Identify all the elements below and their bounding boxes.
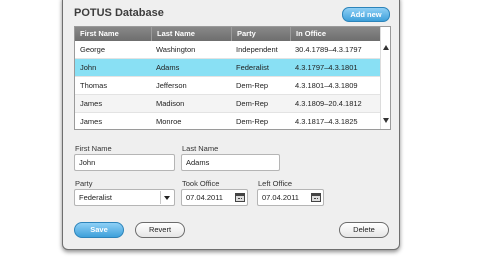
cell-last-name: Adams <box>156 63 180 72</box>
add-new-button[interactable]: Add new <box>342 7 390 22</box>
left-office-date-field[interactable]: 07.04.2011 <box>257 189 324 206</box>
left-office-label: Left Office <box>258 179 293 188</box>
column-header-party[interactable]: Party <box>231 27 290 41</box>
table-row[interactable]: Thomas Jefferson Dem-Rep 4.3.1801–4.3.18… <box>75 77 380 95</box>
table-row-selected[interactable]: John Adams Federalist 4.3.1797–4.3.1801 <box>75 59 380 77</box>
calendar-icon[interactable] <box>311 193 321 202</box>
cell-first-name: George <box>80 45 106 54</box>
cell-first-name: James <box>80 117 103 126</box>
cell-last-name: Madison <box>156 99 185 108</box>
delete-button[interactable]: Delete <box>339 222 389 238</box>
cell-first-name: James <box>80 99 103 108</box>
chevron-down-icon[interactable] <box>160 191 173 204</box>
cell-in-office: 4.3.1817–4.3.1825 <box>295 117 358 126</box>
cell-first-name: John <box>80 63 97 72</box>
party-select[interactable]: Federalist <box>74 189 175 206</box>
took-office-label: Took Office <box>182 179 220 188</box>
cell-party: Dem-Rep <box>236 99 269 108</box>
triangle-down-icon[interactable] <box>383 118 389 123</box>
left-office-value: 07.04.2011 <box>262 193 299 202</box>
table-header: First Name Last Name Party In Office <box>75 27 380 41</box>
table-scrollbar[interactable] <box>380 27 390 129</box>
cell-first-name: Thomas <box>80 81 108 90</box>
app-window: POTUS Database Add new First Name Last N… <box>62 0 400 250</box>
table-row[interactable]: James Madison Dem-Rep 4.3.1809–20.4.1812 <box>75 95 380 113</box>
table-row[interactable]: James Monroe Dem-Rep 4.3.1817–4.3.1825 <box>75 113 380 129</box>
cell-last-name: Monroe <box>156 117 182 126</box>
cell-last-name: Jefferson <box>156 81 187 90</box>
cell-in-office: 4.3.1801–4.3.1809 <box>295 81 358 90</box>
party-label: Party <box>75 179 93 188</box>
last-name-label: Last Name <box>182 144 219 153</box>
last-name-field[interactable]: Adams <box>181 154 280 171</box>
app-title: POTUS Database <box>74 7 164 19</box>
took-office-value: 07.04.2011 <box>186 193 223 202</box>
cell-in-office: 30.4.1789–4.3.1797 <box>295 45 362 54</box>
column-header-first-name[interactable]: First Name <box>75 27 151 41</box>
cell-party: Dem-Rep <box>236 117 269 126</box>
cell-in-office: 4.3.1809–20.4.1812 <box>295 99 362 108</box>
took-office-date-field[interactable]: 07.04.2011 <box>181 189 248 206</box>
triangle-up-icon[interactable] <box>383 45 389 50</box>
cell-in-office: 4.3.1797–4.3.1801 <box>295 63 358 72</box>
presidents-table: First Name Last Name Party In Office Geo… <box>74 26 391 130</box>
revert-button[interactable]: Revert <box>135 222 185 238</box>
column-header-in-office[interactable]: In Office <box>290 27 380 41</box>
save-button[interactable]: Save <box>74 222 124 238</box>
cell-party: Dem-Rep <box>236 81 269 90</box>
cell-party: Federalist <box>236 63 269 72</box>
calendar-icon[interactable] <box>235 193 245 202</box>
table-row[interactable]: George Washington Independent 30.4.1789–… <box>75 41 380 59</box>
first-name-field[interactable]: John <box>74 154 175 171</box>
party-select-value: Federalist <box>79 193 112 202</box>
first-name-label: First Name <box>75 144 112 153</box>
column-header-last-name[interactable]: Last Name <box>151 27 231 41</box>
cell-party: Independent <box>236 45 278 54</box>
cell-last-name: Washington <box>156 45 196 54</box>
